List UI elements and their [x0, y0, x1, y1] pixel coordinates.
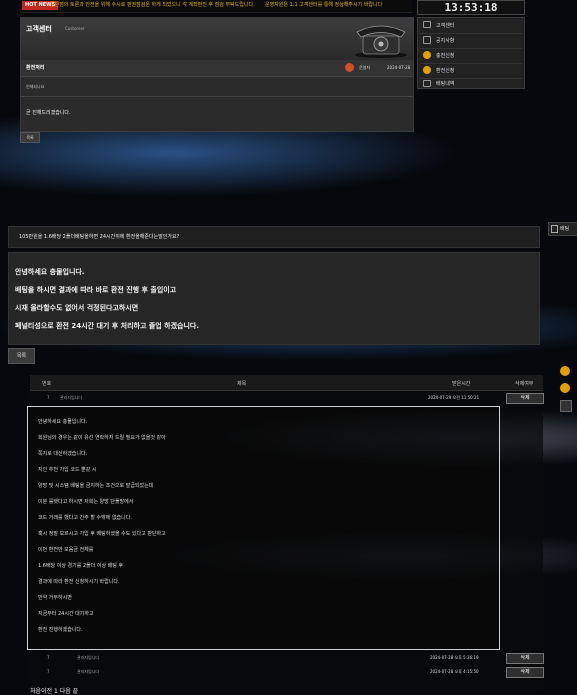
post-header-row: 환전처리 운영자 2024-07-28	[21, 60, 413, 77]
customer-center-panel: 고객센터 Customer 환전처리 운영자 2024-07-28 인체되나요 …	[20, 17, 414, 132]
column-header-time: 받은시간	[452, 381, 471, 387]
message-line: 지인 추천 가입 코드 뿐같 시	[38, 467, 97, 473]
delete-button[interactable]: 삭제	[506, 393, 544, 404]
table-row[interactable]: 7 관리자입니다 2024-07-29 오전 11:50:21 삭제	[30, 393, 544, 404]
row-number: 7	[47, 395, 50, 400]
column-header-delete: 삭제여부	[515, 381, 534, 387]
coin-icon	[423, 66, 431, 74]
message-line: 코드 거래를 했다고 간주 할 수밖에 없습니다.	[38, 515, 132, 521]
message-content-box: 안녕하세요 충물입니다. 회원님의 경우는 같이 유선 연락하지 드릴 필요가 …	[27, 406, 500, 650]
notice-text: 중단점의 토론과 안전을 위해 수시로 판권점검은 하게 되었으니 각 계좌판진…	[50, 2, 255, 8]
answer-line: 배팅을 하시면 결과에 따라 바로 환전 진행 후 출입이고	[15, 286, 177, 294]
list-icon	[423, 36, 431, 44]
message-line: 결과에 따라 환전 신청하시기 바랍니다.	[38, 579, 120, 585]
post-title: 환전처리	[26, 65, 45, 71]
telephone-icon	[355, 25, 407, 58]
right-menu-label: 환전신청	[436, 68, 455, 74]
message-line: 안녕하세요 충물입니다.	[38, 419, 88, 425]
column-header-no: 번호	[42, 381, 52, 387]
answer-line: 안녕하세요 충물입니다.	[15, 268, 85, 276]
right-menu-label: 충전신청	[436, 53, 455, 59]
notice-text-secondary: 운영자원은 1:1 고객센터를 통해 정상해주시기 바랍니다	[265, 2, 383, 8]
right-menu: 고객센터 공지사항 충전신청 환전신청 배팅내역	[417, 17, 525, 89]
page-title: 고객센터	[26, 25, 52, 33]
post-author: 운영자	[359, 65, 371, 70]
answer-line: 페널티성으로 환전 24시간 대기 후 처리하고 졸업 하겠습니다.	[15, 322, 200, 330]
message-line: 혹시 정말 모르시고 가입 후 배팅하셨을 수도 있다고 판단하고	[38, 531, 166, 537]
table-row[interactable]: 7 관리자입니다 2024-07-28 오후 5:36:19 삭제	[30, 653, 544, 664]
list-button-detail[interactable]: 목록	[8, 348, 35, 364]
coin-icon	[423, 51, 431, 59]
right-menu-item-withdraw[interactable]: 환전신청	[420, 63, 522, 79]
right-menu-item-deposit[interactable]: 충전신청	[420, 48, 522, 64]
message-line: 회원님의 경우는 같이 유선 연락하지 드릴 필요가 없을것 같아	[38, 435, 166, 441]
message-line: 환전 진행하겠습니다.	[38, 627, 83, 633]
post-question: 인체되나요	[26, 84, 45, 89]
right-menu-item-bet-history[interactable]: 배팅내역	[420, 78, 522, 88]
delete-button[interactable]: 삭제	[506, 653, 544, 664]
question-text: 105만원을 1.6배당 2폴더배팅을하면 24시간뒤에 환전을해준다는말인가요…	[19, 234, 180, 240]
coin-icon[interactable]	[560, 383, 570, 393]
list-icon	[551, 225, 558, 233]
right-menu-label: 배팅내역	[436, 81, 455, 87]
row-title[interactable]: 관리자입니다	[77, 655, 99, 661]
top-notice-bar: HOT NEWS 중단점의 토론과 안전을 위해 수시로 판권점검은 하게 되었…	[20, 0, 412, 13]
message-line: 지금부터 24시간 대기하고	[38, 611, 94, 617]
post-answer: 곧 진해드리겠습니다.	[26, 110, 71, 116]
row-title[interactable]: 관리자입니다	[77, 669, 99, 675]
monitor-icon	[423, 21, 431, 28]
message-line: 쪽지로 대신하겠습니다.	[38, 451, 88, 457]
message-line: 1.6배당 이상 경기를 2폴더 이상 배팅 후	[38, 563, 124, 569]
customer-center-header: 고객센터 Customer	[21, 18, 413, 60]
row-number: 7	[47, 669, 50, 674]
message-line: 만약 거부하시면	[38, 595, 72, 601]
message-line: 이분 룰렛다고 하시면 저희는 양방 단폴방에서	[38, 499, 134, 505]
list-icon	[423, 80, 431, 87]
row-time: 2024-07-28 오후 4:15:50	[430, 669, 479, 674]
coin-icon[interactable]	[560, 366, 570, 376]
question-bar: 105만원을 1.6배당 2폴더배팅을하면 24시간뒤에 환전을해준다는말인가요…	[8, 226, 540, 248]
row-time: 2024-07-29 오전 11:50:21	[428, 395, 480, 400]
bet-tab-label: 배팅	[560, 226, 570, 232]
message-line: 양방 및 시스템 배팅을 금지하는 조건으로 발급되었는데	[38, 483, 154, 489]
column-header-title: 제목	[237, 381, 247, 387]
table-row[interactable]: 7 관리자입니다 2024-07-28 오후 4:15:50 삭제	[30, 667, 544, 678]
bet-tab[interactable]: 배팅	[548, 222, 577, 236]
answer-line: 시재 올라할수도 없어서 걱정된다고하시면	[15, 304, 139, 312]
admin-badge-icon	[345, 63, 354, 72]
list-icon[interactable]	[560, 400, 572, 412]
row-title[interactable]: 관리자입니다	[60, 395, 82, 401]
message-line: 이번 환전만 모음금 전체를	[38, 547, 94, 553]
right-menu-label: 고객센터	[436, 23, 455, 29]
right-menu-item-customer-center[interactable]: 고객센터	[420, 18, 522, 34]
row-time: 2024-07-28 오후 5:36:19	[430, 655, 479, 660]
delete-button[interactable]: 삭제	[506, 667, 544, 678]
clock: 13:53:18	[417, 0, 525, 15]
page-subtitle: Customer	[65, 26, 85, 31]
right-menu-label: 공지사항	[436, 38, 455, 44]
row-number: 7	[47, 655, 50, 660]
divider	[21, 96, 413, 97]
table-header: 번호 제목 받은시간 삭제여부	[30, 375, 543, 391]
right-menu-item-notice[interactable]: 공지사항	[420, 33, 522, 49]
list-button[interactable]: 목록	[20, 132, 40, 143]
answer-box: 안녕하세요 충물입니다. 배팅을 하시면 결과에 따라 바로 환전 진행 후 출…	[8, 252, 540, 345]
post-date: 2024-07-28	[387, 65, 411, 70]
pagination[interactable]: 처음이전 1 다음 끝	[30, 686, 78, 695]
